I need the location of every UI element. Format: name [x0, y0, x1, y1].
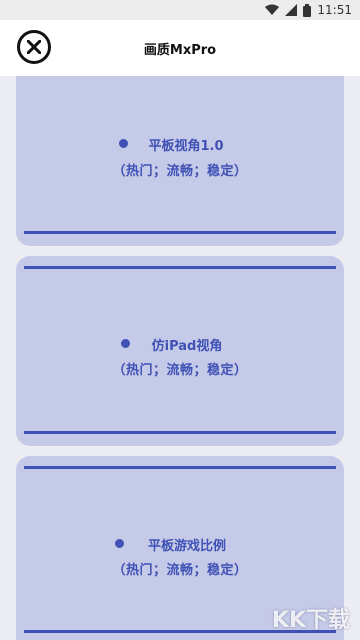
option-name: 平板游戏比例 — [147, 539, 226, 554]
options-list: 平板视角1.0 （热门；流畅；稳定） 仿iPad视角 （热门；流畅；稳定） 平板… — [0, 76, 360, 640]
card-divider — [24, 431, 336, 434]
option-tags: （热门；流畅；稳定） — [112, 563, 248, 578]
status-time: 11:51 — [317, 3, 352, 17]
option-card-tablet-view[interactable]: 平板视角1.0 （热门；流畅；稳定） — [16, 76, 344, 246]
option-tags: （热门；流畅；稳定） — [112, 164, 248, 179]
option-card-ipad-view[interactable]: 仿iPad视角 （热门；流畅；稳定） — [16, 256, 344, 446]
wifi-icon — [265, 4, 280, 15]
option-tags: （热门；流畅；稳定） — [112, 363, 248, 378]
battery-icon — [303, 3, 312, 17]
card-divider — [24, 266, 336, 269]
page-title: 画质MxPro — [143, 43, 217, 58]
watermark-logo: KK下载 — [271, 608, 350, 633]
status-bar: 11:51 — [0, 0, 360, 20]
card-divider — [24, 466, 336, 469]
option-name: 仿iPad视角 — [151, 339, 223, 354]
option-name: 平板视角1.0 — [148, 139, 224, 154]
signal-icon — [285, 4, 298, 16]
card-divider — [24, 231, 336, 234]
app-header: 画质MxPro — [0, 20, 360, 76]
